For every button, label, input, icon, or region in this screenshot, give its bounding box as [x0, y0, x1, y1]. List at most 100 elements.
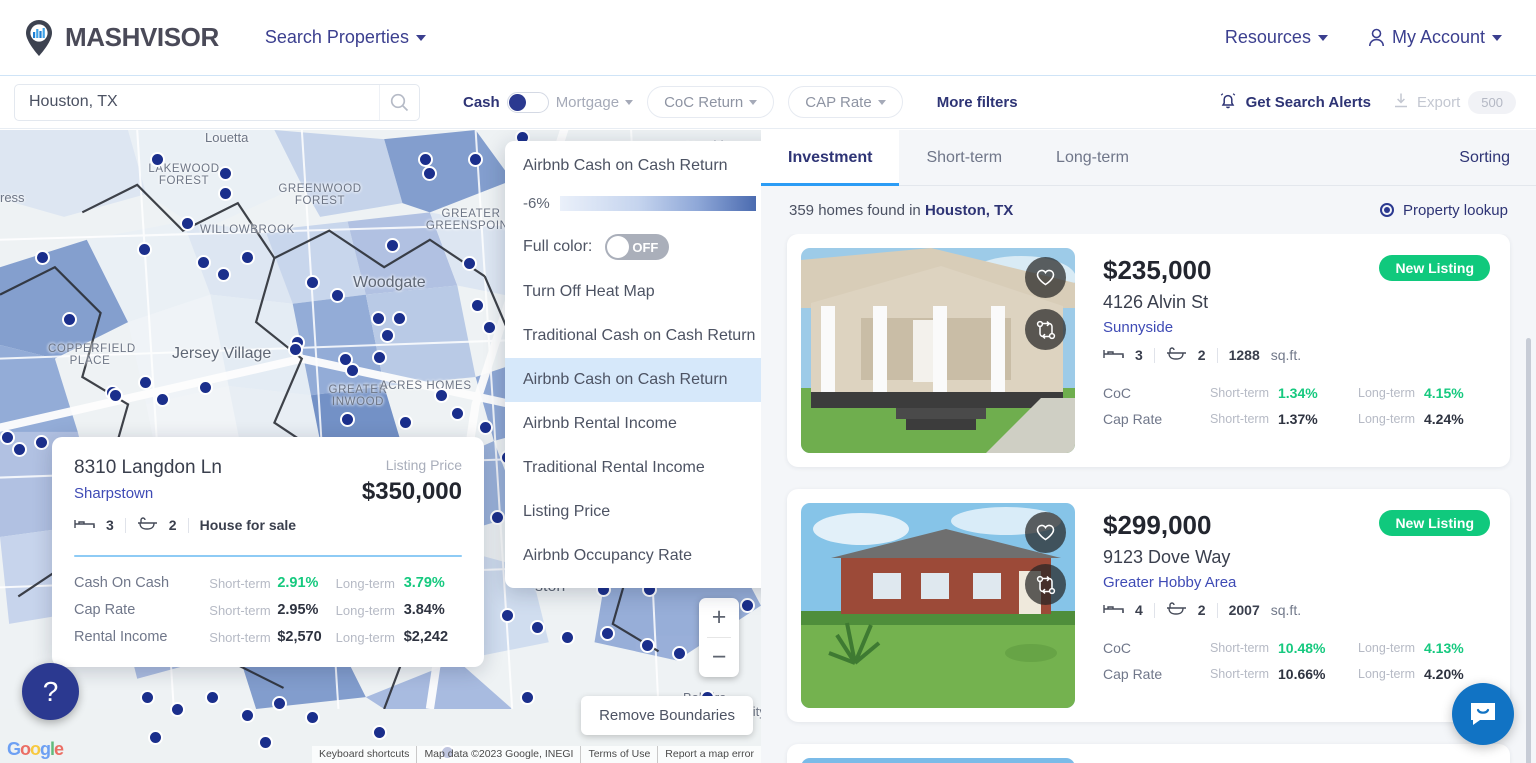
chevron-down-icon[interactable]: [625, 100, 633, 105]
help-button[interactable]: ?: [22, 663, 79, 720]
property-marker[interactable]: [218, 166, 233, 181]
property-marker[interactable]: [500, 608, 515, 623]
coc-return-filter[interactable]: CoC Return: [647, 86, 774, 118]
property-marker[interactable]: [258, 735, 273, 750]
tab-investment[interactable]: Investment: [761, 130, 899, 185]
property-marker[interactable]: [434, 388, 449, 403]
property-marker[interactable]: [0, 430, 15, 445]
property-marker[interactable]: [398, 415, 413, 430]
sorting-button[interactable]: Sorting: [1433, 130, 1536, 185]
zoom-out-button[interactable]: −: [699, 638, 739, 677]
listing-neighborhood[interactable]: Sunnyside: [1103, 319, 1490, 336]
property-lookup-toggle[interactable]: Property lookup: [1380, 202, 1508, 219]
listings-scrollbar[interactable]: [1526, 338, 1531, 763]
report-map-error-link[interactable]: Report a map error: [657, 746, 761, 763]
heat-map-dropdown[interactable]: Airbnb Cash on Cash Return -6% 17% Full …: [505, 141, 761, 588]
property-marker[interactable]: [468, 152, 483, 167]
popup-neighborhood[interactable]: Sharpstown: [74, 485, 222, 502]
heat-map-option-traditional-rental-income[interactable]: Traditional Rental Income: [505, 446, 761, 490]
property-marker[interactable]: [490, 510, 505, 525]
property-marker[interactable]: [138, 375, 153, 390]
property-marker[interactable]: [371, 311, 386, 326]
chat-bubble-icon[interactable]: [1452, 683, 1514, 745]
property-marker[interactable]: [288, 342, 303, 357]
terms-of-use-link[interactable]: Terms of Use: [580, 746, 657, 763]
listing-card[interactable]: $235,000 New Listing 4126 Alvin St Sunny…: [787, 234, 1510, 467]
property-marker[interactable]: [470, 298, 485, 313]
nav-search-properties[interactable]: Search Properties: [265, 27, 426, 48]
property-marker[interactable]: [462, 256, 477, 271]
property-marker[interactable]: [12, 442, 27, 457]
property-marker[interactable]: [418, 152, 433, 167]
property-marker[interactable]: [35, 250, 50, 265]
property-marker[interactable]: [640, 638, 655, 653]
heat-map-option-airbnb-rental-income[interactable]: Airbnb Rental Income: [505, 402, 761, 446]
property-marker[interactable]: [600, 626, 615, 641]
property-marker[interactable]: [372, 725, 387, 740]
listing-photo[interactable]: [801, 248, 1075, 453]
keyboard-shortcuts-link[interactable]: Keyboard shortcuts: [312, 746, 416, 763]
property-marker[interactable]: [340, 412, 355, 427]
search-input[interactable]: [15, 93, 379, 111]
property-marker[interactable]: [272, 696, 287, 711]
property-marker[interactable]: [482, 320, 497, 335]
nav-resources[interactable]: Resources: [1225, 27, 1328, 48]
heat-map-option-turn-off[interactable]: Turn Off Heat Map: [505, 270, 761, 314]
property-marker[interactable]: [740, 598, 755, 613]
property-marker[interactable]: [218, 186, 233, 201]
radio-icon[interactable]: [1380, 203, 1394, 217]
property-marker[interactable]: [560, 630, 575, 645]
listing-card[interactable]: $299,000 New Listing 9123 Dove Way Great…: [787, 489, 1510, 722]
property-marker[interactable]: [520, 690, 535, 705]
property-marker[interactable]: [205, 690, 220, 705]
property-marker[interactable]: [137, 242, 152, 257]
property-marker[interactable]: [530, 620, 545, 635]
map-zoom-controls[interactable]: + −: [699, 598, 739, 677]
property-marker[interactable]: [385, 238, 400, 253]
remove-boundaries-button[interactable]: Remove Boundaries: [581, 696, 753, 735]
property-marker[interactable]: [34, 435, 49, 450]
heat-map-option-traditional-coc[interactable]: Traditional Cash on Cash Return: [505, 314, 761, 358]
property-marker[interactable]: [372, 350, 387, 365]
property-marker[interactable]: [450, 406, 465, 421]
heart-icon[interactable]: [1025, 257, 1066, 298]
heart-icon[interactable]: [1025, 512, 1066, 553]
property-marker[interactable]: [150, 152, 165, 167]
property-marker[interactable]: [422, 166, 437, 181]
listing-cards[interactable]: $235,000 New Listing 4126 Alvin St Sunny…: [761, 234, 1536, 763]
heat-map-option-airbnb-occupancy[interactable]: Airbnb Occupancy Rate: [505, 534, 761, 578]
property-marker[interactable]: [198, 380, 213, 395]
property-marker[interactable]: [305, 710, 320, 725]
property-marker[interactable]: [380, 328, 395, 343]
cap-rate-filter[interactable]: CAP Rate: [788, 86, 902, 118]
get-search-alerts-button[interactable]: Get Search Alerts: [1219, 91, 1371, 114]
heat-map-option-airbnb-coc[interactable]: Airbnb Cash on Cash Return: [505, 358, 761, 402]
listing-photo[interactable]: [801, 503, 1075, 708]
heat-map-option-listing-price[interactable]: Listing Price: [505, 490, 761, 534]
full-color-toggle[interactable]: OFF: [605, 234, 669, 260]
property-marker[interactable]: [140, 690, 155, 705]
tab-short-term[interactable]: Short-term: [899, 130, 1029, 185]
property-marker[interactable]: [345, 363, 360, 378]
listing-photo[interactable]: [801, 758, 1075, 763]
zoom-in-button[interactable]: +: [699, 598, 739, 637]
location-search[interactable]: [14, 84, 420, 121]
search-button[interactable]: [379, 85, 419, 120]
property-marker[interactable]: [170, 702, 185, 717]
property-marker[interactable]: [330, 288, 345, 303]
listing-card[interactable]: $429,000: [787, 744, 1510, 763]
nav-my-account[interactable]: My Account: [1368, 27, 1502, 48]
cash-mortgage-toggle[interactable]: [507, 92, 549, 113]
property-marker[interactable]: [240, 708, 255, 723]
property-marker[interactable]: [180, 216, 195, 231]
property-marker[interactable]: [392, 311, 407, 326]
property-marker[interactable]: [62, 312, 77, 327]
property-marker[interactable]: [240, 250, 255, 265]
property-marker[interactable]: [305, 275, 320, 290]
property-marker[interactable]: [148, 730, 163, 745]
listing-neighborhood[interactable]: Greater Hobby Area: [1103, 574, 1490, 591]
property-marker[interactable]: [155, 392, 170, 407]
property-marker[interactable]: [672, 646, 687, 661]
heat-map-header[interactable]: Airbnb Cash on Cash Return: [505, 157, 761, 175]
logo[interactable]: MASHVISOR: [22, 19, 219, 57]
